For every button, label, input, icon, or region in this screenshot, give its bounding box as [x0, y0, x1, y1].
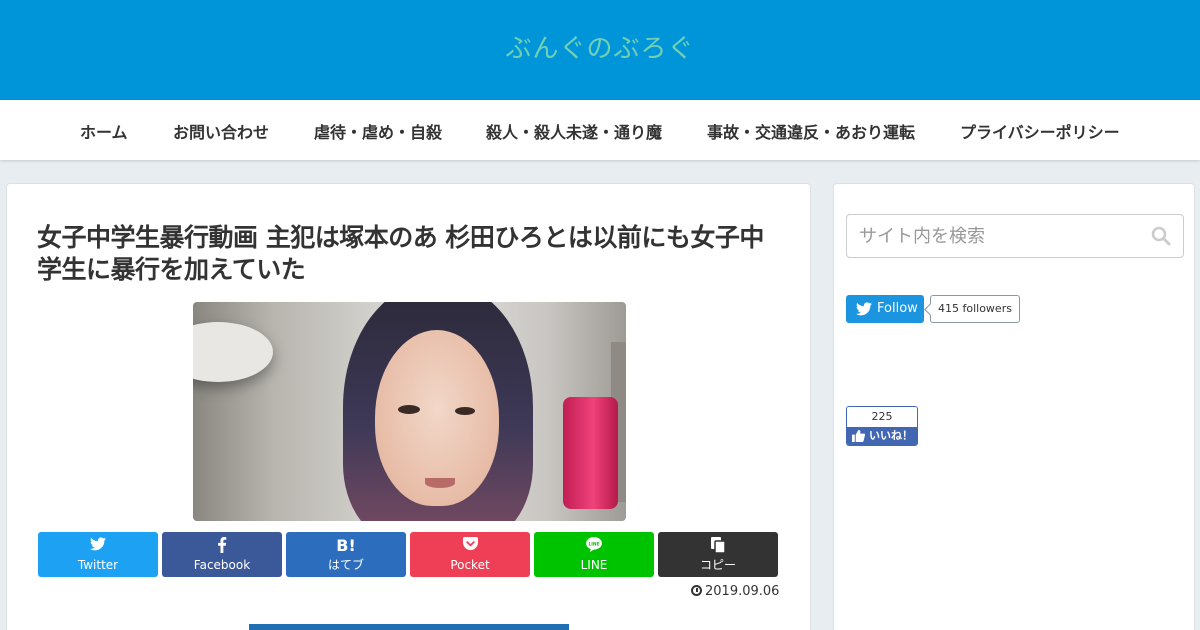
search-icon[interactable] [1151, 226, 1171, 246]
nav-item-accident[interactable]: 事故・交通違反・あおり運転 [707, 119, 915, 143]
eyecatch-image [193, 302, 626, 521]
clock-icon [691, 585, 702, 596]
nav-item-contact[interactable]: お問い合わせ [173, 119, 269, 143]
thumbs-up-icon [852, 429, 865, 442]
share-hatena-label: はてブ [327, 558, 364, 572]
twitter-icon [38, 537, 158, 555]
hatena-icon: B! [336, 536, 356, 555]
twitter-follow-label: Follow [877, 301, 918, 316]
twitter-bird-icon [856, 302, 872, 316]
share-hatena-button[interactable]: B! はてブ [286, 532, 406, 577]
sidebar: Follow 415 followers 225 いいね！ [833, 183, 1195, 630]
post-date: 2019.09.06 [691, 584, 779, 599]
twitter-followers-count[interactable]: 415 followers [930, 295, 1020, 323]
pocket-icon [410, 537, 530, 555]
facebook-like-button[interactable]: いいね！ [847, 427, 917, 445]
share-pocket-button[interactable]: Pocket [410, 532, 530, 577]
share-twitter-label: Twitter [77, 558, 119, 572]
facebook-like-count: 225 [847, 407, 917, 427]
facebook-like-label: いいね！ [869, 429, 913, 442]
site-header: ぶんぐのぶろぐ [0, 0, 1200, 100]
image-mouth [425, 478, 455, 488]
svg-text:LINE: LINE [589, 541, 600, 547]
share-twitter-button[interactable]: Twitter [38, 532, 158, 577]
copy-icon [658, 537, 778, 557]
nav-item-home[interactable]: ホーム [80, 119, 128, 143]
share-facebook-label: Facebook [193, 558, 251, 572]
share-facebook-button[interactable]: Facebook [162, 532, 282, 577]
nav-item-murder[interactable]: 殺人・殺人未遂・通り魔 [486, 119, 662, 143]
share-line-button[interactable]: LINE LINE [534, 532, 654, 577]
post-date-text: 2019.09.06 [705, 584, 780, 599]
search-input[interactable] [847, 215, 1137, 257]
image-eye-left [398, 405, 420, 414]
share-line-label: LINE [580, 558, 608, 572]
nav-item-privacy[interactable]: プライバシーポリシー [960, 119, 1120, 143]
global-nav: ホーム お問い合わせ 虐待・虐め・自殺 殺人・殺人未遂・通り魔 事故・交通違反・… [0, 100, 1200, 160]
article-card: 女子中学生暴行動画 主犯は塚本のあ 杉田ひろとは以前にも女子中学生に暴行を加えて… [6, 183, 811, 630]
site-title[interactable]: ぶんぐのぶろぐ [0, 28, 1200, 65]
inline-image-partial [249, 624, 569, 630]
image-eye-right [455, 407, 475, 415]
image-ceiling-lamp [193, 322, 273, 382]
nav-item-abuse[interactable]: 虐待・虐め・自殺 [314, 119, 442, 143]
twitter-follow-button[interactable]: Follow [846, 295, 924, 323]
line-icon: LINE [534, 537, 654, 556]
facebook-icon [162, 537, 282, 557]
share-copy-label: コピー [699, 558, 736, 572]
facebook-like-box[interactable]: 225 いいね！ [846, 406, 918, 446]
article-title: 女子中学生暴行動画 主犯は塚本のあ 杉田ひろとは以前にも女子中学生に暴行を加えて… [37, 223, 764, 284]
image-suitcase [563, 397, 618, 509]
share-copy-button[interactable]: コピー [658, 532, 778, 577]
search-box [846, 214, 1184, 258]
share-pocket-label: Pocket [450, 558, 490, 572]
